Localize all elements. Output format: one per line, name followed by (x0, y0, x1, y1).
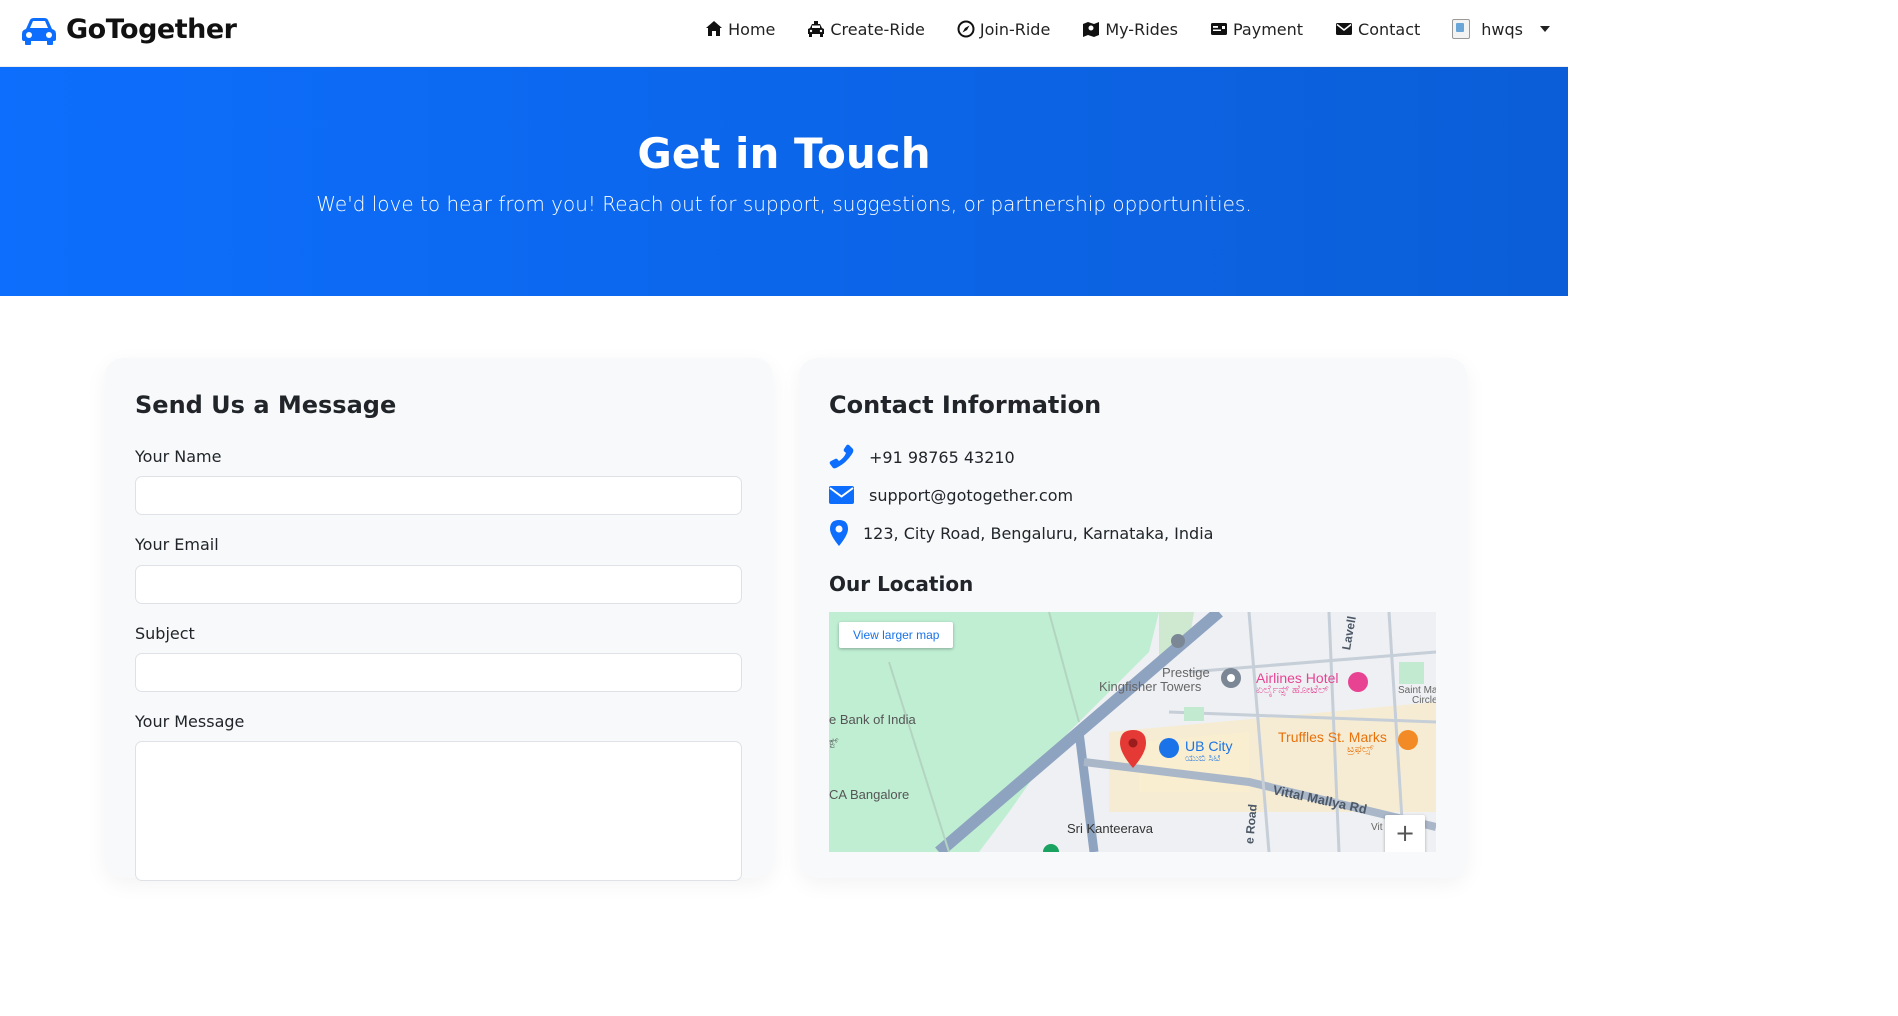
map-label-ca-bangalore: CA Bangalore (829, 787, 910, 802)
message-label: Your Message (135, 712, 245, 731)
nav-item-label: My-Rides (1105, 19, 1178, 39)
map-label-prestige: Prestige (1162, 665, 1210, 680)
map-icon (1083, 22, 1100, 37)
hero-subtitle: We'd love to hear from you! Reach out fo… (316, 192, 1252, 216)
map-pin-icon (830, 520, 848, 546)
taxi-icon (808, 21, 825, 37)
email-field[interactable] (135, 565, 742, 604)
envelope-icon (829, 486, 854, 504)
nav-item-create-ride[interactable]: Create-Ride (807, 20, 925, 39)
map-label-ub-city-kn: ಯುಬಿ ಸಿಟಿ (1185, 753, 1221, 764)
nav-item-contact[interactable]: Contact (1335, 20, 1420, 39)
name-label: Your Name (135, 447, 222, 466)
subject-label: Subject (135, 624, 195, 643)
map-label-sri-kanteerava: Sri Kanteerava (1067, 821, 1153, 836)
address-text: 123, City Road, Bengaluru, Karnataka, In… (863, 523, 1214, 543)
envelope-icon (1336, 23, 1353, 35)
map-label-truffles-kn: ಟ್ರಫಲ್ಸ್ (1347, 743, 1374, 755)
map-label-kingfisher: Kingfisher Towers (1099, 679, 1202, 694)
embedded-map[interactable]: View larger map Prestige Kingfisher Towe… (829, 612, 1436, 852)
navbar: GoTogether Home Create-Ride Join-Ride My… (0, 0, 1568, 67)
money-icon (1210, 23, 1227, 35)
phone-icon (829, 444, 854, 469)
home-icon (706, 21, 723, 36)
nav-item-label: Join-Ride (979, 19, 1051, 39)
email-address: support@gotogether.com (869, 485, 1074, 505)
nav-item-join-ride[interactable]: Join-Ride (957, 20, 1050, 39)
email-label: Your Email (135, 535, 219, 554)
chevron-down-icon (1540, 26, 1550, 32)
name-field[interactable] (135, 476, 742, 515)
address-row: 123, City Road, Bengaluru, Karnataka, In… (829, 520, 1213, 546)
phone-row: +91 98765 43210 (829, 444, 1015, 470)
email-row: support@gotogether.com (829, 482, 1073, 508)
map-label-airlines-hotel-kn: ಏರ್ಲೈನ್ಸ್ ಹೋಟೆಲ್ (1256, 684, 1329, 696)
compass-icon (957, 20, 975, 38)
map-label-circle: Circle (1412, 695, 1436, 706)
nav-item-payment[interactable]: Payment (1210, 20, 1303, 39)
nav-item-my-rides[interactable]: My-Rides (1082, 20, 1178, 39)
message-form-card: Send Us a Message Your Name Your Email S… (105, 358, 773, 881)
map-label-ub-city: UB City (1185, 738, 1233, 754)
nav-item-label: Contact (1358, 19, 1421, 39)
nav-item-label: Home (728, 19, 776, 39)
contact-info-card: Contact Information +91 98765 43210 supp… (799, 358, 1467, 878)
zoom-in-button[interactable]: + (1385, 815, 1425, 852)
nav-item-label: Payment (1232, 19, 1304, 39)
map-label-vit: Vit (1371, 822, 1383, 833)
map-label-bank-kn: ಕ್ಟ್ (829, 736, 839, 748)
broken-image-icon (1452, 19, 1471, 39)
user-name: hwqs (1481, 19, 1523, 39)
map-label-bank: e Bank of India (829, 712, 916, 727)
view-larger-map-link[interactable]: View larger map (839, 622, 954, 648)
brand-name: GoTogether (66, 14, 237, 45)
nav-links: Home Create-Ride Join-Ride My-Rides Paym… (705, 19, 1550, 39)
phone-number: +91 98765 43210 (869, 447, 1015, 467)
subject-field[interactable] (135, 653, 742, 692)
car-icon (22, 17, 56, 45)
nav-item-home[interactable]: Home (705, 20, 775, 39)
contact-title: Contact Information (829, 391, 1102, 419)
nav-item-label: Create-Ride (830, 19, 925, 39)
user-menu[interactable]: hwqs (1452, 19, 1550, 39)
hero-banner: Get in Touch We'd love to hear from you!… (0, 67, 1568, 296)
hero-title: Get in Touch (637, 129, 931, 178)
brand[interactable]: GoTogether (20, 14, 237, 45)
location-title: Our Location (829, 572, 974, 596)
form-title: Send Us a Message (135, 391, 397, 419)
message-field[interactable] (135, 741, 742, 881)
